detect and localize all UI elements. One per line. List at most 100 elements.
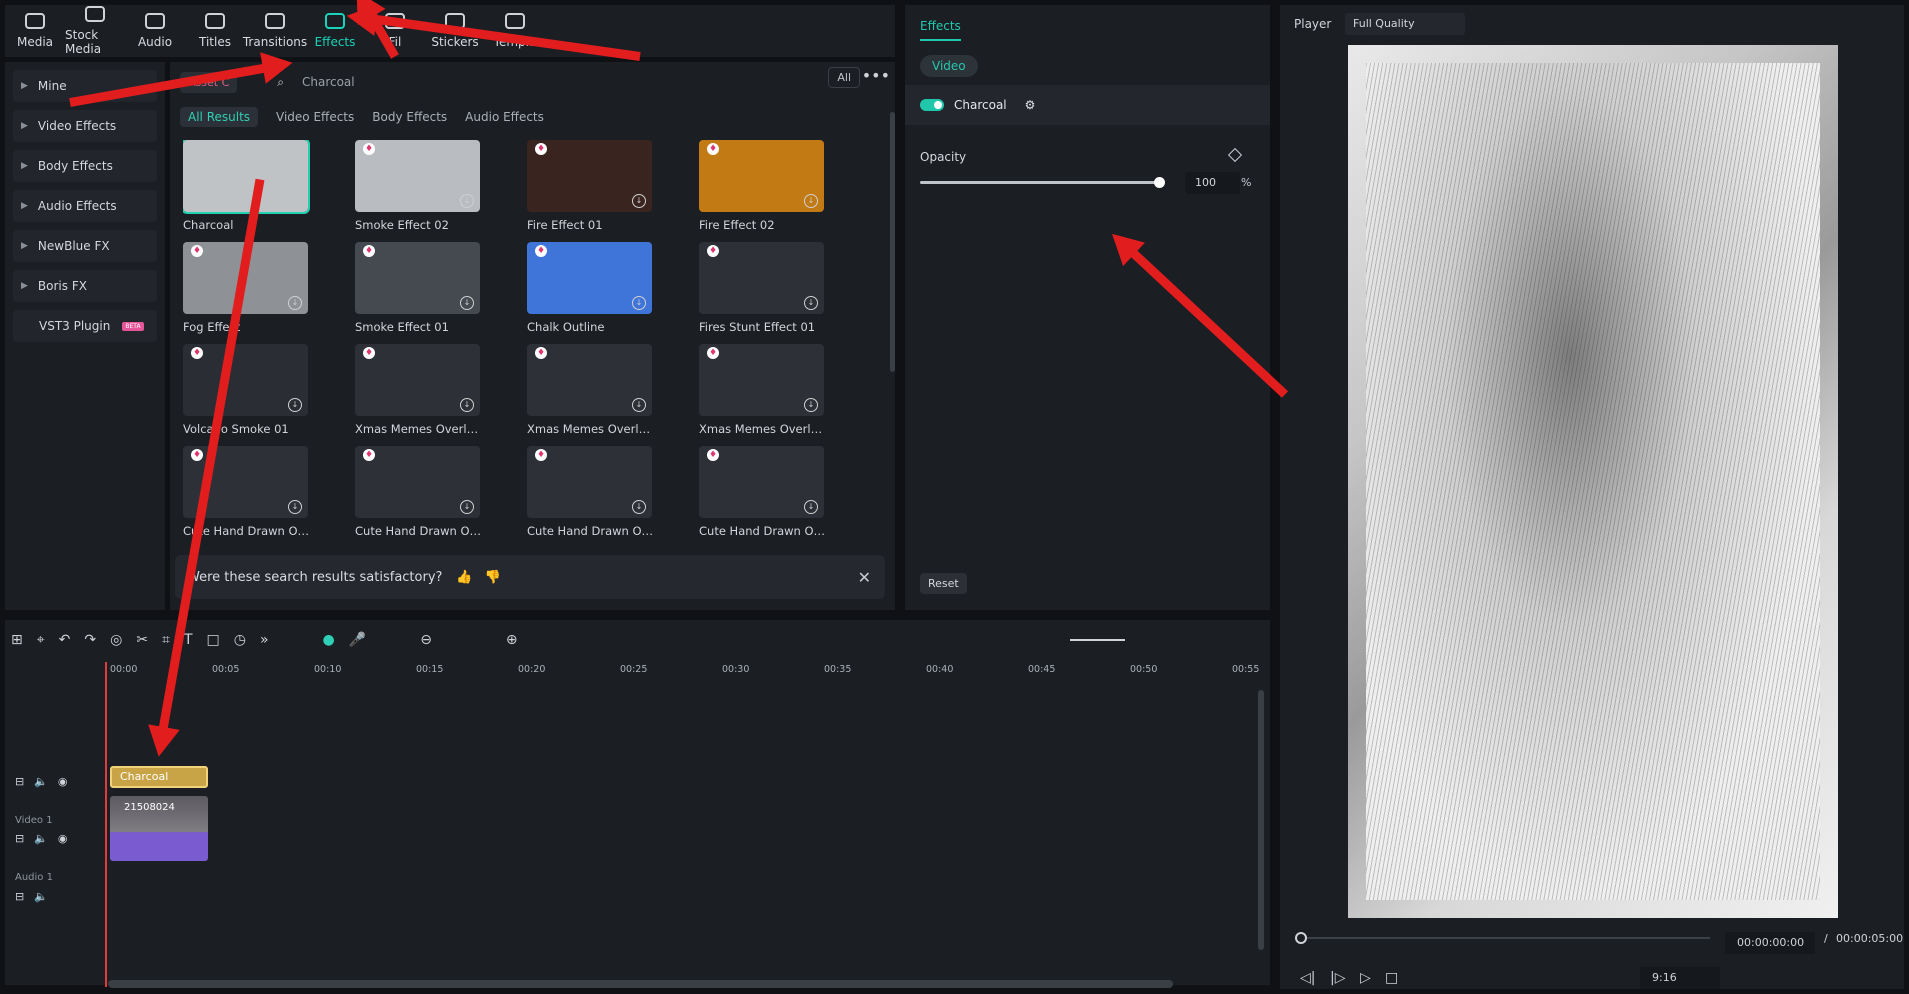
video-subtab[interactable]: Video — [920, 55, 978, 77]
tab-media[interactable]: Media — [5, 5, 65, 57]
slider-knob[interactable] — [1154, 177, 1165, 188]
effect-thumbnail[interactable]: ♦ ↓ — [699, 140, 824, 212]
effect-card[interactable]: ♦ ↓ Chalk Outline — [527, 242, 657, 334]
effect-thumbnail[interactable]: ♦ ↓ — [699, 242, 824, 314]
effect-card[interactable]: ♦ ↓ Cute Hand Drawn Ove... — [355, 446, 485, 538]
grid-icon[interactable]: ⊞ — [11, 632, 23, 648]
filter-tab[interactable]: Video Effects — [276, 107, 354, 127]
mic-icon[interactable]: 🎤 — [349, 632, 366, 648]
browser-scrollbar[interactable] — [890, 112, 895, 372]
text-icon[interactable]: T — [184, 632, 193, 648]
video-track-controls[interactable]: ⊟ 🔈 ◉ — [15, 832, 68, 845]
effect-thumbnail[interactable]: ♦ ↓ — [527, 140, 652, 212]
effect-card[interactable]: ♦ ↓ Fire Effect 01 — [527, 140, 657, 232]
sidebar-item[interactable]: ▶ Boris FX — [13, 270, 157, 302]
effect-thumbnail[interactable] — [183, 140, 310, 214]
scrubber-handle[interactable] — [1295, 932, 1307, 944]
zoom-in-icon[interactable]: ⊕ — [506, 632, 518, 648]
redo-icon[interactable]: ↷ — [84, 632, 96, 648]
download-icon[interactable]: ↓ — [288, 500, 302, 514]
timeline-ruler[interactable]: 00:00 00:05 00:10 00:15 00:20 00:25 00:30 00:35… — [5, 660, 1270, 690]
sidebar-item[interactable]: ▶ Video Effects — [13, 110, 157, 142]
download-icon[interactable]: ↓ — [804, 194, 818, 208]
download-icon[interactable]: ↓ — [804, 398, 818, 412]
effect-card[interactable]: ♦ ↓ Smoke Effect 01 — [355, 242, 485, 334]
undo-icon[interactable]: ↶ — [59, 632, 71, 648]
quality-select[interactable]: Full Quality — [1345, 13, 1465, 35]
effect-toggle[interactable] — [920, 99, 944, 111]
effect-settings-icon[interactable]: ⚙ — [1025, 98, 1036, 112]
effect-card[interactable]: ♦ ↓ Fire Effect 02 — [699, 140, 829, 232]
tab-effects[interactable]: Effects — [920, 13, 961, 41]
effect-card[interactable]: ♦ ↓ Xmas Memes Overlay ... — [527, 344, 657, 436]
player-scrubber[interactable] — [1295, 932, 1710, 944]
play-reverse-icon[interactable]: |▷ — [1330, 970, 1345, 986]
zoom-out-icon[interactable]: ⊖ — [420, 632, 432, 648]
search-input[interactable]: Charcoal — [302, 75, 355, 89]
download-icon[interactable]: ↓ — [460, 500, 474, 514]
effect-card[interactable]: ♦ ↓ Smoke Effect 02 — [355, 140, 485, 232]
download-icon[interactable]: ↓ — [288, 398, 302, 412]
tab-stock-media[interactable]: Stock Media — [65, 5, 125, 57]
filter-tab[interactable]: Body Effects — [372, 107, 447, 127]
zoom-slider[interactable] — [1070, 639, 1125, 641]
shape-icon[interactable]: □ — [207, 632, 220, 648]
sidebar-item[interactable]: ▶ Audio Effects — [13, 190, 157, 222]
sidebar-item[interactable]: ▶ NewBlue FX — [13, 230, 157, 262]
tab-audio[interactable]: Audio — [125, 5, 185, 57]
effect-clip[interactable]: Charcoal — [110, 766, 208, 788]
effect-thumbnail[interactable]: ♦ ↓ — [699, 446, 824, 518]
effect-card[interactable]: ♦ ↓ Cute Hand Drawn Ove... — [527, 446, 657, 538]
filter-tab[interactable]: Audio Effects — [465, 107, 544, 127]
audio-track-controls[interactable]: ⊟ 🔈 — [15, 890, 48, 903]
download-icon[interactable]: ↓ — [460, 194, 474, 208]
stop-icon[interactable]: □ — [1385, 970, 1398, 986]
ai-icon[interactable]: ◎ — [110, 632, 122, 648]
effect-card[interactable]: ♦ ↓ Xmas Memes Overlay ... — [355, 344, 485, 436]
download-icon[interactable]: ↓ — [460, 296, 474, 310]
thumbs-up-icon[interactable]: 👍 — [456, 570, 472, 585]
sidebar-item[interactable]: VST3 Plugin BETA — [13, 310, 157, 342]
prev-frame-icon[interactable]: ◁| — [1300, 970, 1315, 986]
select-icon[interactable]: ⌖ — [37, 632, 45, 648]
opacity-slider[interactable] — [920, 177, 1165, 188]
download-icon[interactable]: ↓ — [460, 398, 474, 412]
download-icon[interactable]: ↓ — [632, 500, 646, 514]
download-icon[interactable]: ↓ — [632, 398, 646, 412]
opacity-input[interactable]: 100 — [1185, 172, 1240, 194]
aspect-ratio-select[interactable]: 9:16 — [1640, 967, 1720, 989]
timeline-hscroll[interactable] — [108, 980, 1173, 988]
download-icon[interactable]: ↓ — [804, 296, 818, 310]
record-icon[interactable]: ● — [323, 632, 335, 648]
effect-thumbnail[interactable]: ♦ ↓ — [355, 344, 480, 416]
filter-tab[interactable]: All Results — [180, 107, 259, 127]
effect-thumbnail[interactable]: ♦ ↓ — [355, 446, 480, 518]
effect-thumbnail[interactable]: ♦ ↓ — [527, 446, 652, 518]
download-icon[interactable]: ↓ — [632, 194, 646, 208]
download-icon[interactable]: ↓ — [804, 500, 818, 514]
effect-thumbnail[interactable]: ♦ ↓ — [183, 344, 308, 416]
reset-button[interactable]: Reset — [920, 573, 967, 594]
forward-icon[interactable]: » — [260, 632, 269, 648]
playhead[interactable] — [105, 662, 107, 987]
effect-card[interactable]: ♦ ↓ Volcano Smoke 01 — [183, 344, 313, 436]
keyframe-icon[interactable] — [1227, 147, 1243, 163]
effect-thumbnail[interactable]: ♦ ↓ — [527, 344, 652, 416]
effect-thumbnail[interactable]: ♦ ↓ — [527, 242, 652, 314]
thumbs-down-icon[interactable]: 👎 — [485, 570, 501, 585]
timeline-vscroll[interactable] — [1258, 690, 1264, 950]
filter-all-button[interactable]: All — [828, 67, 860, 88]
more-options-icon[interactable]: ••• — [862, 66, 890, 85]
close-icon[interactable]: ✕ — [858, 568, 871, 587]
speed-icon[interactable]: ◷ — [234, 632, 246, 648]
play-icon[interactable]: ▷ — [1360, 970, 1371, 986]
effect-card[interactable]: ♦ ↓ Cute Hand Drawn Ove... — [699, 446, 829, 538]
effect-thumbnail[interactable]: ♦ ↓ — [355, 242, 480, 314]
tab-titles[interactable]: Titles — [185, 5, 245, 57]
effect-thumbnail[interactable]: ♦ ↓ — [355, 140, 480, 212]
effect-card[interactable]: ♦ ↓ Fires Stunt Effect 01 — [699, 242, 829, 334]
effect-thumbnail[interactable]: ♦ ↓ — [699, 344, 824, 416]
split-icon[interactable]: ✂ — [136, 632, 148, 648]
effect-card[interactable]: ♦ ↓ Xmas Memes Overlay ... — [699, 344, 829, 436]
fx-track-controls[interactable]: ⊟ 🔈 ◉ — [15, 775, 68, 788]
